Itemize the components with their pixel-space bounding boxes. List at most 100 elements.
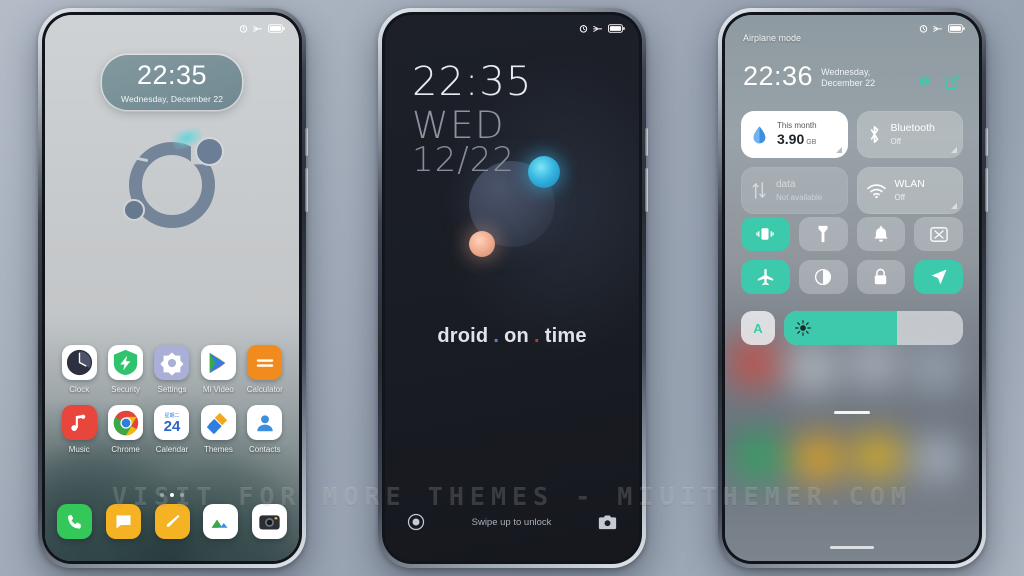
side-button-volume[interactable] — [305, 128, 308, 156]
app-label: Settings — [157, 385, 187, 394]
app-clock[interactable]: Clock — [57, 345, 101, 394]
wlan-state: Off — [894, 193, 906, 202]
data-usage-tile[interactable]: This month 3.90 GB — [741, 111, 848, 158]
clock-widget-date: Wednesday, December 22 — [120, 93, 224, 104]
airplane-icon — [757, 268, 774, 286]
tile-expand-corner[interactable] — [835, 147, 842, 153]
calendar-app-icon: 星期二 24 — [154, 405, 190, 440]
app-mi-video[interactable]: Mi Video — [196, 345, 240, 394]
bluetooth-icon — [870, 126, 878, 143]
blurred-home-icons — [725, 338, 979, 561]
side-button-volume[interactable] — [645, 128, 648, 156]
page-dot[interactable] — [160, 493, 164, 497]
settings-gear-icon[interactable] — [916, 73, 933, 90]
quick-settings-tiles: This month 3.90 GB Bluetooth Off data No… — [741, 111, 963, 214]
control-center-handle[interactable] — [834, 411, 870, 414]
app-settings[interactable]: Settings — [150, 345, 194, 394]
flashlight-toggle[interactable] — [798, 217, 848, 251]
home-screen-display: 22:35 Wednesday, December 22 Clock Secur… — [45, 15, 299, 561]
phone-left-home-screen: 22:35 Wednesday, December 22 Clock Secur… — [38, 8, 308, 568]
page-dot-active[interactable] — [170, 493, 174, 497]
app-label: Contacts — [249, 445, 281, 454]
app-music[interactable]: Music — [57, 405, 101, 454]
clock-app-icon — [61, 345, 97, 380]
lock-screen-display: 22:35 WED 12/22 droid. on. time Swipe up t… — [385, 15, 639, 561]
swipe-hint-text: Swipe up to unlock — [471, 516, 552, 528]
home-gesture-bar[interactable] — [830, 546, 874, 549]
app-label: Security — [111, 385, 141, 394]
app-chrome[interactable]: Chrome — [103, 405, 147, 454]
status-bar — [385, 15, 639, 41]
auto-brightness-button[interactable]: A — [741, 311, 775, 345]
ringtone-toggle[interactable] — [856, 217, 906, 251]
tile-expand-corner[interactable] — [951, 147, 957, 153]
airplane-toggle[interactable] — [741, 260, 790, 294]
bluetooth-label: Bluetooth — [890, 122, 935, 135]
side-button-power[interactable] — [305, 168, 308, 212]
brand-word-1: droid — [437, 325, 489, 347]
location-toggle[interactable] — [914, 260, 963, 294]
blurred-icon — [795, 434, 841, 481]
phone-dock-icon[interactable] — [57, 504, 92, 539]
lock-toggle[interactable] — [856, 260, 906, 294]
date-line-1: Wednesday, — [821, 66, 871, 77]
date-line-2: December 22 — [821, 77, 876, 88]
side-button-power[interactable] — [645, 168, 648, 212]
bell-icon — [874, 226, 888, 242]
brightness-row: A — [741, 311, 963, 345]
app-security[interactable]: Security — [103, 345, 147, 394]
app-calculator[interactable]: Calculator — [243, 345, 287, 394]
app-label: Calculator — [246, 385, 283, 394]
wlan-tile[interactable]: WLAN Off — [856, 167, 963, 214]
chrome-app-icon — [108, 405, 144, 440]
brand-dot-red: . — [533, 325, 540, 347]
circle-logo-widget[interactable] — [120, 124, 224, 237]
voice-assistant-icon[interactable] — [407, 513, 425, 531]
airplane-mode-icon — [253, 25, 263, 32]
mobile-data-tile[interactable]: data Not available — [741, 167, 848, 214]
screenshot-toggle[interactable] — [914, 217, 963, 251]
control-center-time: 22:36 — [743, 61, 814, 91]
contacts-app-icon — [247, 405, 283, 440]
phone-center-lock-screen: 22:35 WED 12/22 droid. on. time Swipe up t… — [378, 8, 648, 568]
mobile-data-state: Not available — [776, 192, 823, 202]
blurred-icon — [731, 338, 777, 385]
side-button-power[interactable] — [985, 168, 988, 212]
app-label: Calendar — [155, 445, 189, 454]
dock — [45, 504, 299, 539]
app-label: Clock — [69, 385, 90, 394]
edit-toggles-icon[interactable] — [944, 73, 961, 90]
screenshot-icon — [929, 226, 948, 242]
app-themes[interactable]: Themes — [196, 405, 240, 454]
darkmode-toggle[interactable] — [798, 260, 848, 294]
lockscreen-clock-widget[interactable]: 22:35 Wednesday, December 22 — [102, 55, 242, 110]
mobile-data-label: data — [776, 178, 796, 190]
tile-expand-corner[interactable] — [951, 203, 957, 209]
app-calendar[interactable]: 星期二 24 Calendar — [150, 405, 194, 454]
brightness-slider[interactable] — [784, 311, 963, 345]
notes-dock-icon[interactable] — [154, 504, 190, 539]
camera-icon[interactable] — [598, 514, 617, 531]
status-bar — [725, 15, 979, 41]
page-dot[interactable] — [180, 493, 184, 497]
lock-screen-date: 12/22 — [412, 140, 515, 180]
airplane-mode-icon — [933, 25, 943, 32]
bluetooth-tile[interactable]: Bluetooth Off — [856, 111, 963, 158]
settings-app-icon — [154, 345, 190, 380]
vibrate-toggle[interactable] — [741, 217, 790, 251]
calculator-app-icon — [247, 345, 283, 380]
flashlight-icon — [818, 225, 828, 243]
messages-dock-icon[interactable] — [105, 504, 141, 539]
dark-mode-icon — [815, 268, 832, 286]
app-contacts[interactable]: Contacts — [243, 405, 287, 454]
camera-dock-icon[interactable] — [252, 504, 287, 539]
control-center-actions — [916, 73, 961, 90]
side-button-volume[interactable] — [985, 128, 988, 156]
gallery-dock-icon[interactable] — [203, 504, 239, 539]
app-label: Themes — [203, 445, 233, 454]
data-drop-icon — [753, 125, 766, 143]
blurred-icon — [913, 344, 959, 391]
data-usage-unit: GB — [806, 138, 817, 146]
logo-dot-bottom-left — [123, 199, 145, 221]
battery-icon — [948, 23, 965, 33]
